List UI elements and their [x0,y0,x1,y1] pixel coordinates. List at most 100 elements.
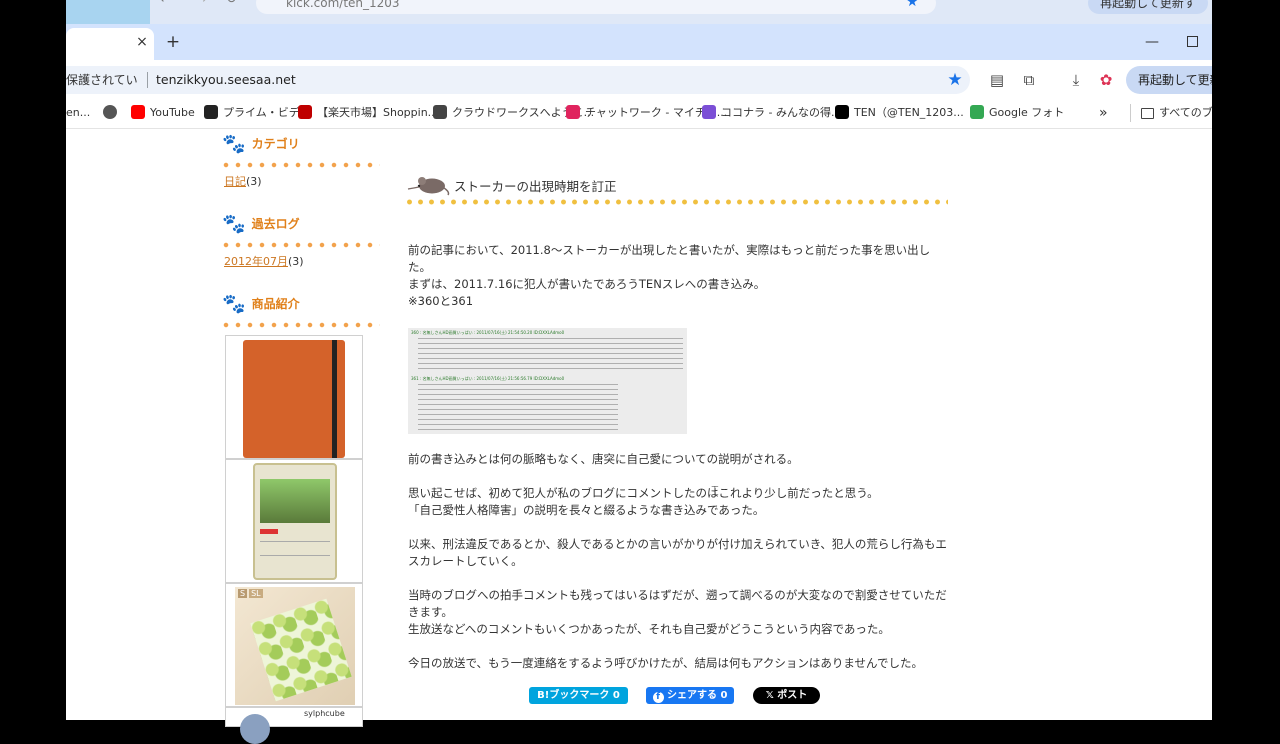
coconala-icon [702,105,716,119]
paw-icon: 🐾 [222,293,246,315]
sidebar-heading-products: 🐾 商品紹介 [222,294,300,314]
post-paragraph: 前の書き込みとは何の脈略もなく、唐突に自己愛についての説明がされる。 [408,452,799,466]
mouse-icon [407,177,450,196]
forum-post-body [418,382,618,430]
facebook-share-button[interactable]: f シェアする 0 [646,687,734,704]
bookmark-label: Google フォト [989,106,1065,119]
tab-bar [66,24,1212,60]
forum-post-body [418,336,683,372]
forum-post-header: 360 : 名無しさんHD画質いっぱい : 2011/07/16(土) 21:5… [411,330,565,335]
hatena-bookmark-button[interactable]: B!ブックマーク 0 [529,687,628,704]
new-tab-button[interactable]: + [164,32,182,52]
security-status[interactable]: 保護されていない通信 [66,66,146,94]
bookmark-star-icon[interactable]: ★ [945,70,965,90]
bookmark-label: ココナラ - みんなの得... [721,106,842,119]
x-post-button[interactable]: 𝕏 ポスト [753,687,820,704]
products-heading-text: 商品紹介 [251,297,300,311]
product-card[interactable] [225,459,363,583]
category-count: (3) [246,175,262,188]
bookmark-item[interactable]: YouTube [131,102,195,124]
post-paragraph: 生放送などへのコメントもいくつかあったが、それも自己愛がどうこうという内容であっ… [408,622,890,636]
maximize-button[interactable] [1187,36,1198,47]
product-mattress[interactable]: S SL [225,583,363,707]
minimize-button[interactable]: — [1144,32,1160,52]
category-link-diary[interactable]: 日記 [224,175,246,188]
text-cursor-icon: ⌶ [711,484,719,499]
bookmark-label: 【楽天市場】Shoppin... [317,106,439,119]
bookmarks-more-button[interactable]: » [1099,102,1108,124]
dotted-divider [220,162,380,168]
outer-star-icon[interactable]: ★ [906,0,919,10]
rakuten-icon [298,105,312,119]
paw-icon: 🐾 [222,133,246,155]
dotted-divider [404,199,948,205]
screen-right-border [1212,0,1280,720]
card-divider [260,555,330,556]
back-icon[interactable]: ← [160,0,176,8]
x-icon [835,105,849,119]
post-paragraph: 前の記事において、2011.8〜ストーカーが出現したと書いたが、実際はもっと前だ… [408,243,931,274]
bookmark-label: TEN（@TEN_1203... [854,106,964,119]
all-bookmarks-label: すべてのブック [1159,106,1212,119]
hatena-label: B!ブックマーク [537,690,610,701]
globe-icon [103,105,117,119]
chatwork-icon [566,105,580,119]
facebook-count: 0 [720,690,728,701]
forum-post-header: 361 : 名無しさんHD画質いっぱい : 2011/07/16(土) 21:5… [411,376,565,381]
bookmark-label: en... [66,106,91,119]
forward-icon[interactable]: → [196,0,212,8]
card-image [253,463,337,580]
product-sylphcube[interactable]: sylphcube [225,707,363,744]
outer-browser-tab[interactable] [66,0,150,24]
sidebar-heading-categories: 🐾 カテゴリ [222,134,300,154]
dotted-divider [220,242,380,248]
bookmark-item[interactable]: ココナラ - みんなの得... [702,102,841,124]
product-binder[interactable] [225,335,363,459]
bookmark-item[interactable]: Google フォト [970,102,1064,124]
divider [147,72,148,88]
bookmark-item[interactable] [103,102,122,124]
archive-link-2012-07[interactable]: 2012年07月 [224,255,288,268]
divider [1130,104,1131,122]
hatena-count: 0 [612,690,620,701]
size-badge-s: S [238,589,248,598]
binder-strap [332,340,337,458]
bookmark-item[interactable]: 【楽天市場】Shoppin... [298,102,438,124]
post-paragraph: 思い起こせば、初めて犯人が私のブログにコメントしたのはこれより少し前だったと思う… [408,486,879,500]
binder-image [243,340,345,458]
extensions-icon[interactable]: ⧉ [1019,70,1039,90]
bookmark-item[interactable]: en... [66,102,90,124]
sidebar-heading-archive: 🐾 過去ログ [222,214,300,234]
download-icon[interactable]: ⤓ [1066,70,1086,90]
forum-screenshot: 360 : 名無しさんHD画質いっぱい : 2011/07/16(土) 21:5… [408,328,687,434]
size-badges: S SL [238,589,263,598]
archive-count: (3) [288,255,304,268]
post-paragraph: まずは、2011.7.16に犯人が書いたであろうTENスレへの書き込み。 [408,277,766,291]
archive-heading-text: 過去ログ [251,217,300,231]
paw-icon: 🐾 [222,213,246,235]
outer-address-bar[interactable]: kick.com/ten_1203 [256,0,936,14]
post-paragraph: 今日の放送で、もう一度連絡をするよう呼びかけたが、結局は何もアクションはありませ… [408,656,923,670]
extension-flower-icon[interactable]: ✿ [1096,70,1116,90]
reading-list-icon[interactable]: ▤ [987,70,1007,90]
bookmark-item[interactable]: プライム・ビデオ [204,102,311,124]
categories-heading-text: カテゴリ [251,137,300,151]
all-bookmarks-folder[interactable]: すべてのブック [1141,102,1212,124]
close-icon[interactable]: × [134,33,150,51]
amazon-icon [204,105,218,119]
archive-item: 2012年07月(3) [224,254,304,270]
outer-restart-button[interactable]: 再起動して更新す [1088,0,1208,14]
bookmark-label: YouTube [150,106,195,119]
card-art [260,479,330,523]
url-text[interactable]: tenzikkyou.seesaa.net [156,66,296,94]
reload-icon[interactable]: ↻ [226,0,242,8]
mattress-leaf-pattern [250,598,352,702]
bookmark-item[interactable]: TEN（@TEN_1203... [835,102,964,124]
crowdworks-icon [433,105,447,119]
restart-update-button[interactable]: 再起動して更新す [1126,66,1212,94]
dotted-divider [220,322,380,328]
card-attack-bar [260,529,278,534]
x-icon: 𝕏 [765,690,774,701]
security-label: 保護されていない通信 [66,73,138,87]
mattress-image: S SL [235,587,355,705]
